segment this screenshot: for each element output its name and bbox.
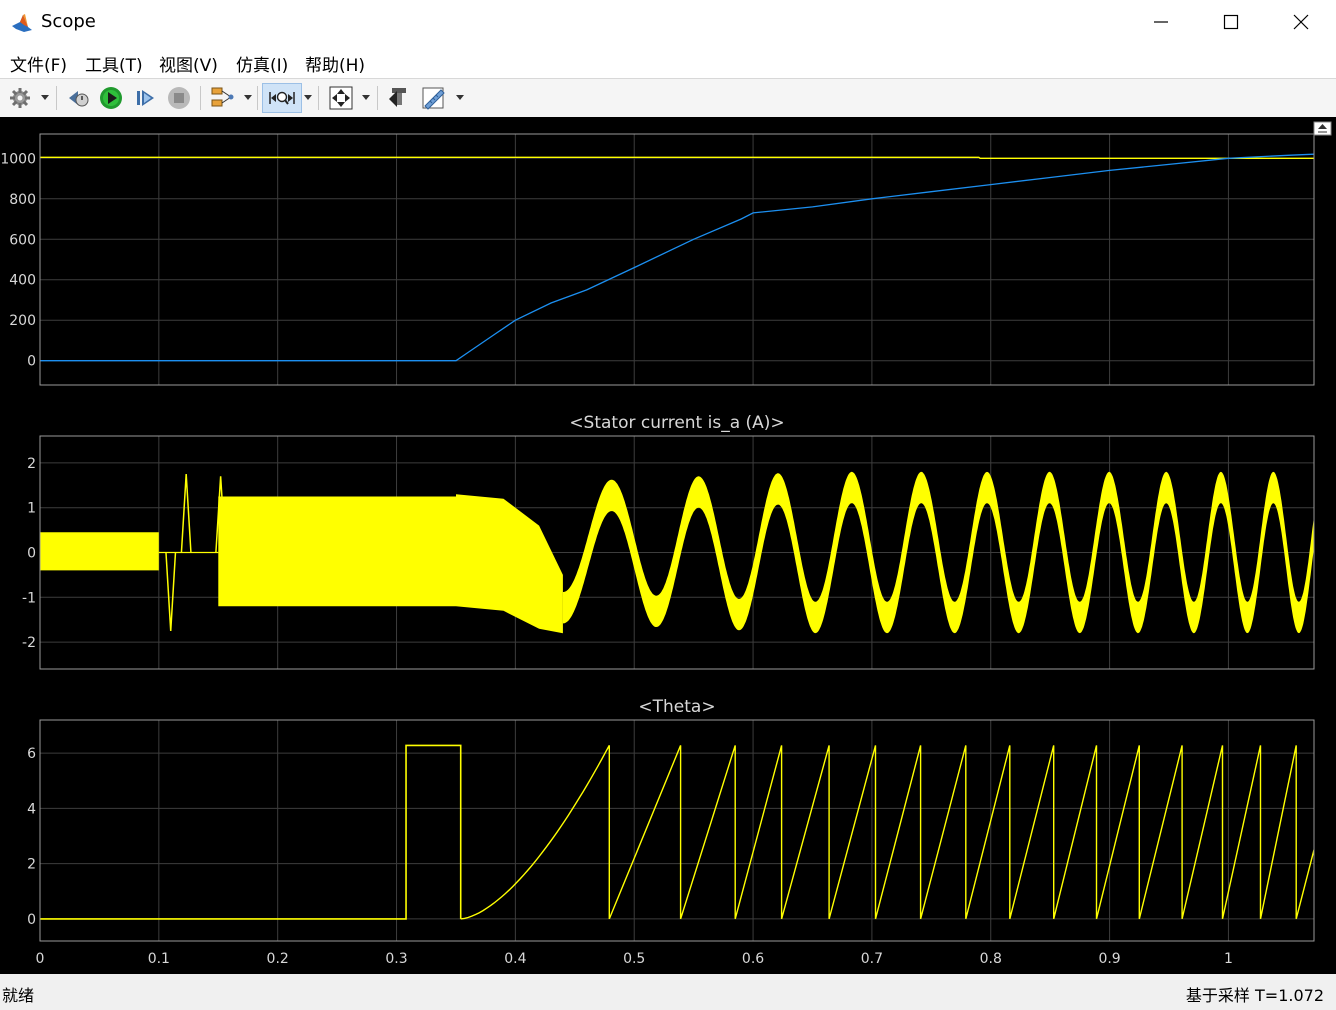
status-ready: 就绪 [2,986,35,1005]
run-button[interactable] [97,83,125,113]
x-tick-label: 0.3 [385,951,407,967]
y-tick-label: 6 [27,746,36,762]
step-forward-button[interactable] [131,83,159,113]
step-back-icon [69,91,89,107]
menu-bar: 文件(F) 工具(T) 视图(V) 仿真(I) 帮助(H) ↘ [0,44,1336,112]
matlab-logo-icon [12,14,32,32]
highlight-block-icon [389,88,406,107]
title-bar: Scope [0,0,1336,44]
close-button[interactable] [1266,0,1336,44]
axes-2: -2 -1 0 1 2 <Stator current is_a (A)> [22,413,1315,670]
minimize-button[interactable] [1126,0,1196,44]
axes-1: 0 200 400 600 800 1000 [0,133,1315,386]
y-tick-label: 600 [9,232,36,248]
autoscale-icon [329,86,353,110]
stop-button[interactable] [165,83,193,113]
step-back-button[interactable] [64,83,92,113]
stop-icon [168,87,190,109]
y-tick-label: 200 [9,313,36,329]
gear-button[interactable] [6,83,34,113]
y-tick-label: 1 [27,501,36,517]
signal-select-button[interactable] [207,83,237,113]
x-tick-label: 1 [1224,951,1233,967]
y-tick-label: -1 [22,590,36,606]
signal-select-icon [211,87,234,107]
current-band-2 [218,496,456,607]
maximize-button[interactable] [1196,0,1266,44]
menu-file[interactable]: 文件(F) [10,51,67,76]
axes-background [40,134,1314,385]
autoscale-button[interactable] [326,83,356,113]
status-bar: 就绪 基于采样 T=1.072 [0,974,1336,1010]
zoom-button[interactable] [262,83,302,113]
scope-plots: 02004006008001000-2-1012<Stator current … [0,121,1332,967]
x-tick-label: 0.1 [148,951,170,967]
x-tick-label: 0.4 [504,951,526,967]
step-forward-icon [137,90,154,106]
x-tick-label: 0.6 [742,951,764,967]
y-tick-label: 2 [27,456,36,472]
menu-view[interactable]: 视图(V) [159,51,218,76]
zoom-icon [269,91,295,105]
x-tick-label: 0.8 [980,951,1002,967]
x-tick-label: 0.9 [1098,951,1120,967]
window-title: Scope [41,11,96,32]
axes-title: <Stator current is_a (A)> [569,413,784,433]
x-tick-label: 0.2 [267,951,289,967]
y-tick-label: 2 [27,857,36,873]
y-tick-label: 0 [27,546,36,562]
measure-button[interactable] [418,83,450,113]
undock-button[interactable] [1313,121,1332,136]
maximize-icon [1223,14,1239,30]
y-tick-label: 0 [27,912,36,928]
close-icon [1293,14,1309,30]
current-band-1 [40,532,159,571]
y-tick-label: 0 [27,354,36,370]
axes-title: <Theta> [638,697,715,717]
y-tick-label: 4 [27,801,36,817]
gear-icon [10,88,30,108]
x-tick-label: 0 [36,951,45,967]
y-tick-label: 400 [9,273,36,289]
x-tick-label: 0.5 [623,951,645,967]
highlight-block-button[interactable] [384,83,412,113]
toolbar [0,78,1336,118]
minimize-icon [1154,21,1168,23]
y-tick-label: 1000 [0,151,36,167]
axes-3: 0 2 4 6 <Theta> 0 0.1 0.2 0.3 0.4 0.5 0.6 0.7 0.8 0.9 1 [27,697,1315,967]
y-tick-label: -2 [22,635,36,651]
measure-icon [422,87,445,110]
status-sample-time: 基于采样 T=1.072 [1185,986,1324,1005]
y-tick-label: 800 [9,192,36,208]
scope-display[interactable]: 0 200 400 600 800 1000 -2 -1 0 1 2 <Stator current … [0,117,1336,974]
menu-tools[interactable]: 工具(T) [85,51,143,76]
menu-simulation[interactable]: 仿真(I) [236,51,288,76]
x-tick-label: 0.7 [861,951,883,967]
run-icon [100,87,122,109]
menu-help[interactable]: 帮助(H) [305,51,365,76]
